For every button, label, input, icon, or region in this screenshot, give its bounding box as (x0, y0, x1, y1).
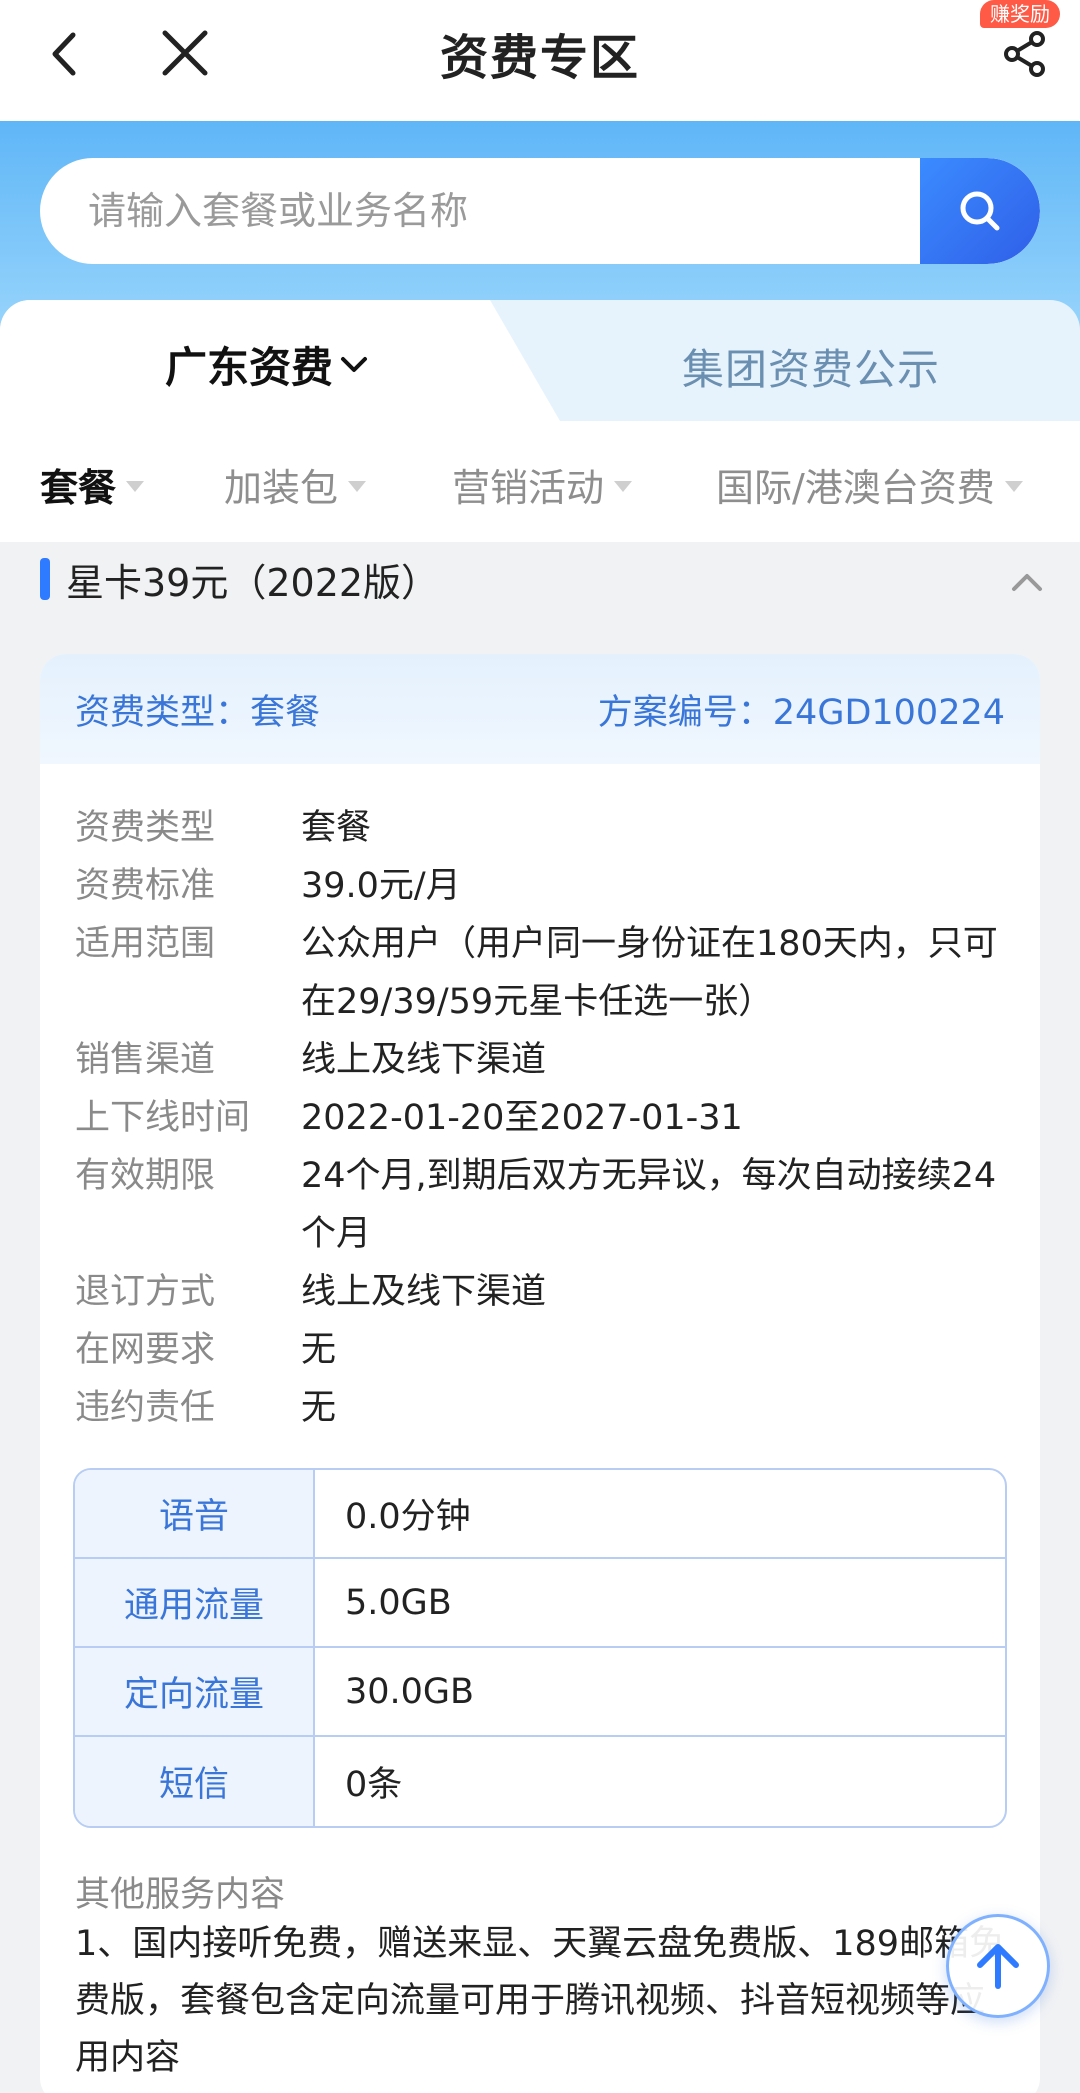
info-value: 无 (301, 1330, 337, 1370)
tab-marketing[interactable]: 营销活动 (452, 457, 633, 512)
table-value: 0.0分钟 (345, 1497, 471, 1537)
tab-addon-pack[interactable]: 加装包 (224, 457, 367, 512)
tab-label: 套餐 (40, 466, 117, 510)
info-row: 上下线时间 2022-01-20至2027-01-31 (75, 1089, 1015, 1147)
category-tabs: 套餐 加装包 营销活动 国际/港澳台资费 (0, 421, 1080, 542)
caret-down-icon (1004, 481, 1023, 492)
info-label: 上下线时间 (75, 1098, 251, 1138)
tariff-type-label: 资费类型：套餐 (75, 693, 321, 733)
other-services-text: 1、国内接听免费，赠送来显、天翼云盘免费版、189邮箱免费版，套餐包含定向流量可… (75, 1924, 1005, 2078)
search-button[interactable] (920, 158, 1040, 264)
table-row: 短信 0条 (75, 1737, 1005, 1826)
info-label: 销售渠道 (75, 1040, 216, 1080)
chevron-up-icon[interactable] (1005, 560, 1049, 604)
tab-package[interactable]: 套餐 (40, 457, 145, 512)
info-label: 适用范围 (75, 924, 216, 964)
caret-down-icon (614, 481, 633, 492)
info-row: 资费标准 39.0元/月 (75, 857, 1015, 915)
table-value: 5.0GB (345, 1582, 452, 1623)
table-row: 定向流量 30.0GB (75, 1648, 1005, 1737)
info-row: 资费类型 套餐 (75, 799, 1015, 857)
info-value: 线上及线下渠道 (301, 1272, 547, 1312)
plan-code-label: 方案编号：24GD100224 (597, 693, 1005, 733)
plan-card: 资费类型：套餐 方案编号：24GD100224 资费类型 套餐 资费标准 39.0元… (40, 654, 1040, 2093)
tab-guangdong-label[interactable]: 广东资费 (165, 334, 369, 395)
info-value: 线上及线下渠道 (301, 1040, 547, 1080)
arrow-up-icon (977, 1944, 1019, 1989)
info-value: 39.0元/月 (301, 866, 461, 906)
chevron-down-icon (341, 356, 368, 372)
info-row: 有效期限 24个月,到期后双方无异议，每次自动接续24个月 (75, 1147, 1015, 1263)
info-label: 在网要求 (75, 1330, 216, 1370)
info-row: 违约责任 无 (75, 1379, 1015, 1437)
table-value: 30.0GB (345, 1671, 475, 1712)
section-accent-bar (40, 558, 50, 600)
tab-international[interactable]: 国际/港澳台资费 (716, 457, 1023, 512)
info-value: 无 (301, 1388, 337, 1428)
info-row: 适用范围 公众用户（用户同一身份证在180天内，只可在29/39/59元星卡任选一… (75, 915, 1015, 1031)
back-to-top-button[interactable] (946, 1914, 1050, 2018)
search-icon (960, 191, 1000, 231)
plan-section-header[interactable]: 星卡39元（2022版） (0, 542, 1080, 622)
card-header: 资费类型：套餐 方案编号：24GD100224 (40, 654, 1040, 764)
tab-label: 营销活动 (452, 466, 605, 510)
info-row: 在网要求 无 (75, 1321, 1015, 1379)
page-title: 资费专区 (439, 30, 640, 86)
info-label: 违约责任 (75, 1388, 216, 1428)
region-tabs: 集团资费公示 广东资费 (0, 300, 1080, 421)
table-value: 0条 (345, 1765, 403, 1805)
info-label: 退订方式 (75, 1272, 216, 1312)
caret-down-icon (126, 481, 145, 492)
search-bar[interactable] (40, 158, 1040, 264)
table-key: 通用流量 (75, 1559, 315, 1646)
info-label: 资费标准 (75, 866, 216, 906)
share-icon[interactable] (990, 24, 1060, 84)
tab-label: 国际/港澳台资费 (716, 466, 995, 510)
table-key: 语音 (75, 1470, 315, 1557)
info-row: 销售渠道 线上及线下渠道 (75, 1031, 1015, 1089)
table-key: 短信 (75, 1737, 315, 1826)
plan-info-list: 资费类型 套餐 资费标准 39.0元/月 适用范围 公众用户（用户同一身份证在180天… (75, 799, 1015, 1437)
tab-label: 广东资费 (165, 343, 334, 392)
info-label: 有效期限 (75, 1156, 216, 1196)
plan-title: 星卡39元（2022版） (66, 561, 440, 605)
info-row: 退订方式 线上及线下渠道 (75, 1263, 1015, 1321)
info-value: 24个月,到期后双方无异议，每次自动接续24个月 (301, 1156, 997, 1254)
info-value: 套餐 (301, 808, 372, 848)
tab-label: 加装包 (224, 466, 339, 510)
other-services-label: 其他服务内容 (75, 1875, 286, 1915)
table-key: 定向流量 (75, 1648, 315, 1735)
table-row: 语音 0.0分钟 (75, 1470, 1005, 1559)
info-value: 公众用户（用户同一身份证在180天内，只可在29/39/59元星卡任选一张） (301, 924, 998, 1022)
search-input[interactable] (88, 158, 908, 264)
caret-down-icon (348, 481, 367, 492)
reward-badge[interactable]: 赚奖励 (980, 0, 1060, 28)
table-row: 通用流量 5.0GB (75, 1559, 1005, 1648)
allowance-table: 语音 0.0分钟 通用流量 5.0GB 定向流量 30.0GB 短信 0条 (73, 1468, 1007, 1828)
info-label: 资费类型 (75, 808, 216, 848)
top-nav-bar: 资费专区 赚奖励 (0, 0, 1080, 121)
tab-label: 集团资费公示 (682, 345, 941, 394)
info-value: 2022-01-20至2027-01-31 (301, 1098, 743, 1138)
